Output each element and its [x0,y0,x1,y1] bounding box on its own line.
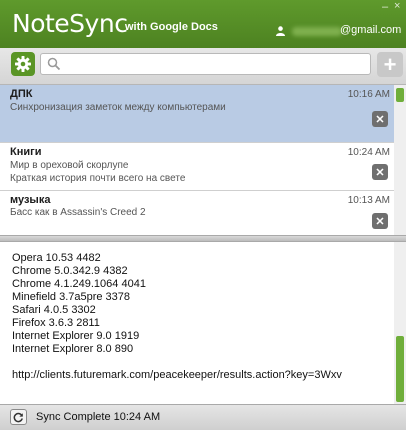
close-icon: ✕ [375,113,385,126]
note-preview: Синхронизация заметок между компьютерами [10,102,226,113]
editor-line: Opera 10.53 4482 [12,252,101,264]
redacted-email [292,27,342,36]
note-time: 10:13 AM [347,195,390,206]
editor-scrollbar[interactable] [394,242,406,404]
list-scrollbar[interactable] [394,85,406,235]
note-title: ДПК [10,88,33,100]
sync-button[interactable] [10,409,27,425]
note-preview: Краткая история почти всего на свете [10,173,186,184]
refresh-icon [13,412,23,422]
note-preview: Басс как в Assassin's Creed 2 [10,207,146,218]
delete-note-button[interactable]: ✕ [372,213,388,229]
editor-line: Safari 4.0.5 3302 [12,304,96,316]
editor-line: Chrome 4.1.249.1064 4041 [12,278,146,290]
editor-line: Internet Explorer 8.0 890 [12,343,134,355]
list-item[interactable]: ДПК Синхронизация заметок между компьюте… [0,85,394,143]
delete-note-button[interactable]: ✕ [372,111,388,127]
note-list: ДПК Синхронизация заметок между компьюте… [0,85,406,235]
close-icon: ✕ [375,166,385,179]
note-preview: Мир в ореховой скорлупе [10,160,129,171]
editor-line: Internet Explorer 9.0 1919 [12,330,140,342]
app-logo-subtitle: with Google Docs [125,21,218,33]
delete-note-button[interactable]: ✕ [372,164,388,180]
minimize-button[interactable]: – [382,1,388,13]
note-time: 10:24 AM [347,147,390,158]
search-icon [47,57,61,71]
editor-line: Firefox 3.6.3 2811 [12,317,100,329]
sync-status-text: Sync Complete 10:24 AM [36,411,161,423]
list-scrollbar-thumb[interactable] [396,88,404,102]
list-item[interactable]: Книги Мир в ореховой скорлупе Краткая ис… [0,143,394,191]
editor-scrollbar-thumb[interactable] [396,336,404,402]
app-logo: NoteSync [12,9,128,38]
status-bar: Sync Complete 10:24 AM [0,404,406,430]
account-email[interactable]: @gmail.com [340,24,401,36]
app-header: NoteSync with Google Docs @gmail.com – × [0,0,406,48]
user-icon [276,26,285,36]
toolbar: + [0,48,406,85]
list-item[interactable]: музыка Басс как в Assassin's Creed 2 10:… [0,191,394,235]
note-title: музыка [10,194,51,206]
note-time: 10:16 AM [347,89,390,100]
close-icon: ✕ [375,215,385,228]
add-note-button[interactable]: + [377,52,403,77]
gear-icon [15,56,31,72]
editor-line: Chrome 5.0.342.9 4382 [12,265,128,277]
search-input[interactable] [40,53,371,75]
editor-link[interactable]: http://clients.futuremark.com/peacekeepe… [12,369,342,381]
note-editor[interactable]: Opera 10.53 4482 Chrome 5.0.342.9 4382 C… [0,242,394,404]
plus-icon: + [383,51,397,77]
pane-splitter[interactable] [0,235,406,242]
settings-button[interactable] [11,52,35,76]
editor-line: Minefield 3.7a5pre 3378 [12,291,131,303]
note-title: Книги [10,146,42,158]
close-window-button[interactable]: × [394,0,400,12]
